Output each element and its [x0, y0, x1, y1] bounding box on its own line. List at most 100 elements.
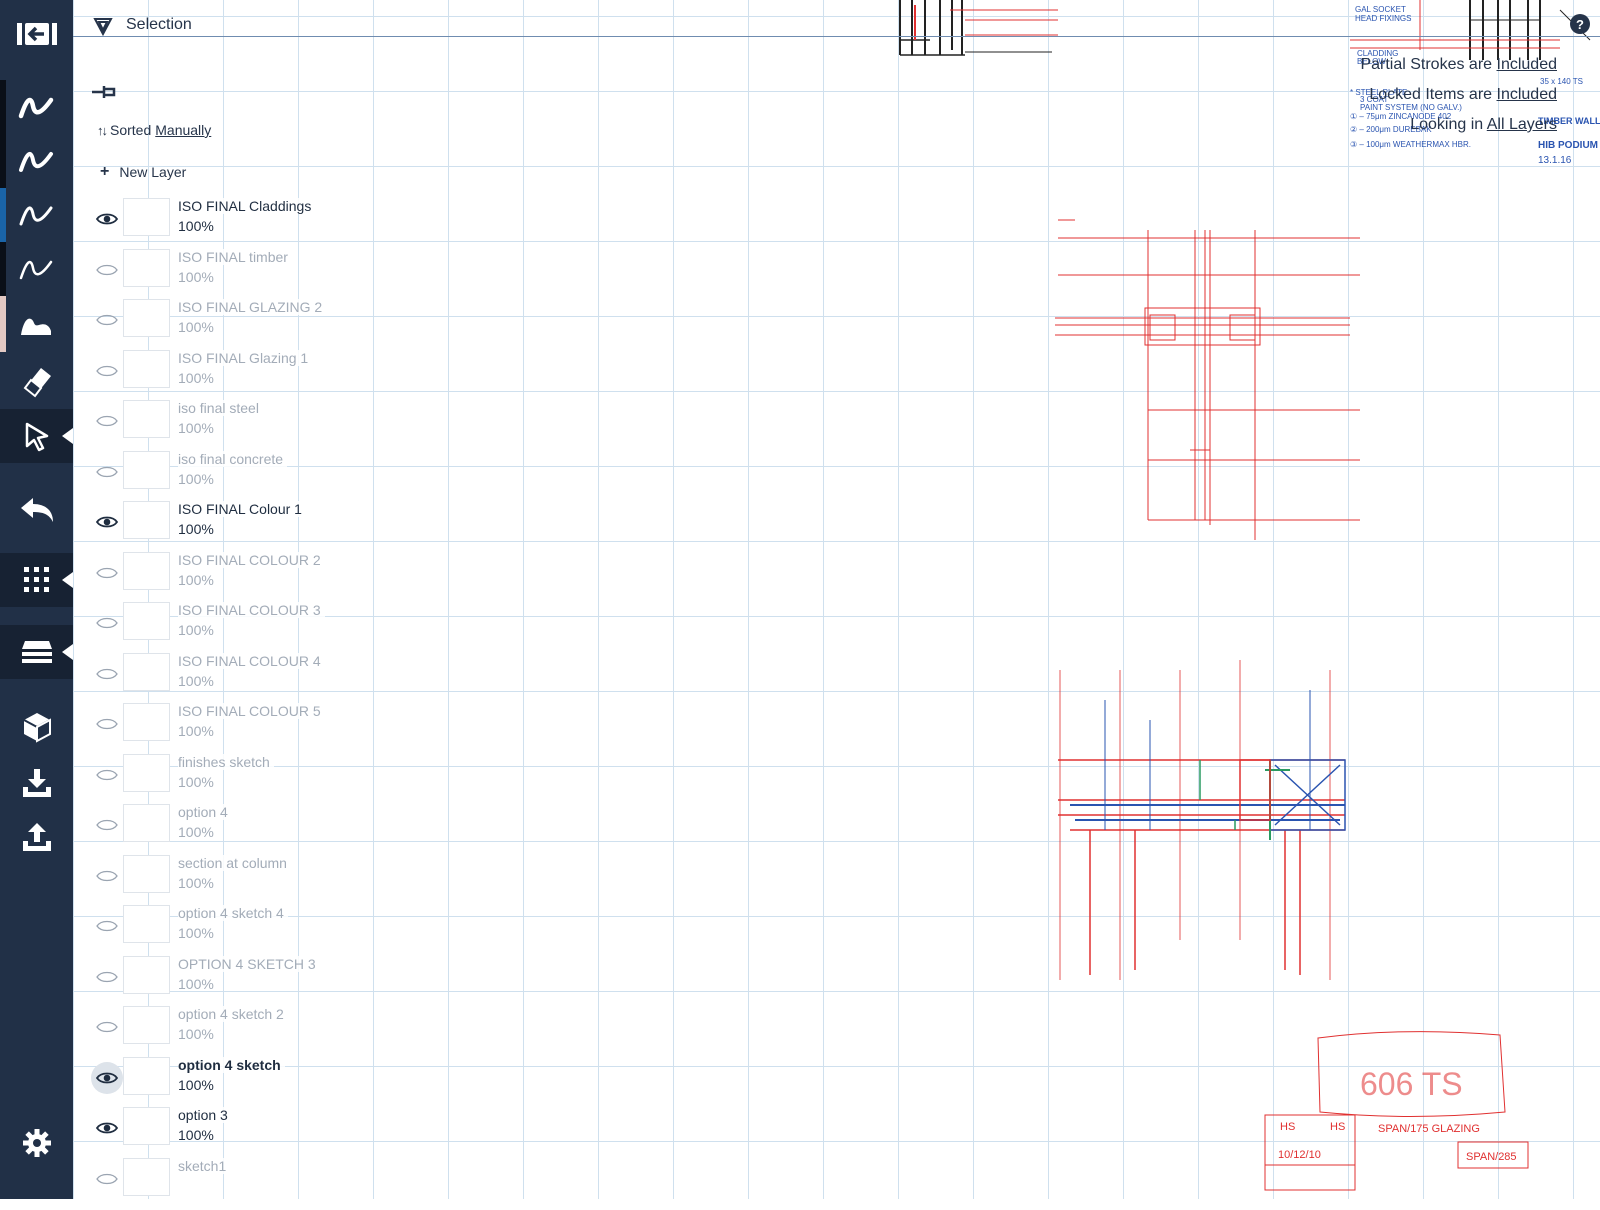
eye-hidden-icon[interactable]	[91, 607, 123, 639]
layer-row[interactable]: ISO FINAL Glazing 1 100%	[88, 349, 338, 402]
layer-row[interactable]: section at column 100%	[88, 854, 338, 907]
eye-hidden-icon[interactable]	[91, 304, 123, 336]
partial-strokes-value[interactable]: Included	[1497, 56, 1558, 73]
layer-row[interactable]: option 4 sketch 4 100%	[88, 905, 338, 957]
layer-opacity[interactable]: 100%	[178, 319, 214, 335]
settings-button[interactable]	[0, 1116, 73, 1170]
eye-hidden-icon[interactable]	[91, 405, 123, 437]
layer-name[interactable]: ISO FINAL Glazing 1	[178, 349, 313, 366]
pen-tool-1[interactable]	[0, 80, 73, 134]
layer-name[interactable]: option 3	[178, 1107, 232, 1123]
layer-name[interactable]: iso final concrete	[178, 450, 288, 467]
layer-name[interactable]: option 4 sketch	[178, 1056, 285, 1073]
layer-row[interactable]: ISO FINAL GLAZING 2 100%	[88, 299, 338, 351]
locked-items-value[interactable]: Included	[1497, 86, 1558, 103]
eraser-tool[interactable]	[0, 352, 73, 408]
eye-hidden-icon[interactable]	[91, 910, 123, 942]
layer-opacity[interactable]: 100%	[178, 218, 214, 234]
layer-row[interactable]: option 3 100%	[88, 1107, 338, 1159]
layer-name[interactable]: ISO FINAL Claddings	[178, 198, 316, 214]
layer-opacity[interactable]: 100%	[178, 673, 214, 689]
layer-name[interactable]: ISO FINAL COLOUR 3	[178, 602, 325, 618]
layer-name[interactable]: ISO FINAL Colour 1	[178, 501, 306, 517]
layer-row[interactable]: ISO FINAL timber 100%	[88, 248, 338, 301]
layer-opacity[interactable]: 100%	[178, 370, 214, 386]
layer-opacity[interactable]: 100%	[178, 471, 214, 487]
eye-hidden-icon[interactable]	[91, 860, 123, 892]
layer-row[interactable]: option 4 100%	[88, 804, 338, 856]
layer-opacity[interactable]: 100%	[178, 572, 214, 588]
layer-opacity[interactable]: 100%	[178, 976, 214, 992]
layer-row[interactable]: ISO FINAL COLOUR 5 100%	[88, 703, 338, 755]
sort-value[interactable]: Manually	[155, 122, 211, 138]
eye-hidden-icon[interactable]	[91, 355, 123, 387]
layer-row[interactable]: iso final steel 100%	[88, 400, 338, 452]
layer-opacity[interactable]: 100%	[178, 925, 214, 941]
layer-name[interactable]: finishes sketch	[178, 753, 274, 770]
grid-button[interactable]	[0, 553, 73, 607]
layer-row[interactable]: ISO FINAL Colour 1 100%	[88, 501, 338, 553]
layer-row[interactable]: ISO FINAL Claddings 100%	[88, 198, 338, 250]
eye-hidden-icon[interactable]	[91, 708, 123, 740]
layer-name[interactable]: ISO FINAL GLAZING 2	[178, 299, 327, 315]
eye-hidden-icon[interactable]	[91, 1011, 123, 1043]
layer-opacity[interactable]: 100%	[178, 723, 214, 739]
back-to-gallery-button[interactable]	[0, 8, 73, 60]
eye-icon[interactable]	[91, 1061, 123, 1094]
eye-hidden-icon[interactable]	[91, 1163, 123, 1195]
pen-tool-4[interactable]	[0, 242, 73, 296]
eye-hidden-icon[interactable]	[91, 658, 123, 690]
layer-name[interactable]: sketch1	[178, 1157, 231, 1174]
layer-name[interactable]: ISO FINAL COLOUR 2	[178, 551, 325, 568]
layers-button[interactable]	[0, 625, 73, 679]
layer-row[interactable]: option 4 sketch 100%	[88, 1056, 338, 1109]
layer-name[interactable]: ISO FINAL timber	[178, 248, 292, 265]
layer-opacity[interactable]: 100%	[178, 420, 214, 436]
layer-name[interactable]: OPTION 4 SKETCH 3	[178, 955, 320, 972]
partial-strokes-setting[interactable]: Partial Strokes are Included	[1360, 56, 1557, 74]
3d-object-button[interactable]	[0, 700, 73, 754]
layer-name[interactable]: section at column	[178, 854, 291, 871]
selection-tool[interactable]	[0, 409, 73, 463]
search-scope-setting[interactable]: Looking in All Layers	[1410, 116, 1557, 134]
layer-opacity[interactable]: 100%	[178, 1077, 214, 1093]
pin-icon[interactable]	[90, 82, 118, 107]
eye-hidden-icon[interactable]	[91, 254, 123, 286]
import-button[interactable]	[0, 756, 73, 810]
pen-tool-3[interactable]	[0, 188, 73, 242]
layer-row[interactable]: option 4 sketch 2 100%	[88, 1006, 338, 1058]
search-scope-value[interactable]: All Layers	[1487, 116, 1557, 133]
pen-tool-2[interactable]	[0, 134, 73, 188]
layer-name[interactable]: option 4 sketch 2	[178, 1006, 288, 1022]
eye-hidden-icon[interactable]	[91, 809, 123, 841]
layer-opacity[interactable]: 100%	[178, 1127, 214, 1143]
layer-row[interactable]: sketch1	[88, 1157, 338, 1210]
layer-name[interactable]: ISO FINAL COLOUR 5	[178, 703, 325, 719]
layer-opacity[interactable]: 100%	[178, 1026, 214, 1042]
help-button[interactable]: ?	[1570, 14, 1590, 34]
eye-hidden-icon[interactable]	[91, 961, 123, 993]
eye-icon[interactable]	[91, 506, 123, 538]
sort-control[interactable]: ↑↓ Sorted Manually	[97, 122, 211, 138]
eye-icon[interactable]	[91, 1112, 123, 1144]
undo-button[interactable]	[0, 482, 73, 536]
brush-tool[interactable]	[0, 296, 73, 352]
layer-name[interactable]: iso final steel	[178, 400, 263, 416]
locked-items-setting[interactable]: Locked Items are Included	[1369, 86, 1557, 104]
layer-row[interactable]: ISO FINAL COLOUR 2 100%	[88, 551, 338, 604]
layer-row[interactable]: ISO FINAL COLOUR 4 100%	[88, 652, 338, 705]
export-button[interactable]	[0, 810, 73, 864]
layer-row[interactable]: iso final concrete 100%	[88, 450, 338, 503]
layer-name[interactable]: ISO FINAL COLOUR 4	[178, 652, 325, 669]
layer-opacity[interactable]: 100%	[178, 269, 214, 285]
layer-name[interactable]: option 4	[178, 804, 232, 820]
layer-opacity[interactable]: 100%	[178, 774, 214, 790]
eye-hidden-icon[interactable]	[91, 456, 123, 488]
layer-opacity[interactable]: 100%	[178, 521, 214, 537]
layer-row[interactable]: ISO FINAL COLOUR 3 100%	[88, 602, 338, 654]
layer-row[interactable]: finishes sketch 100%	[88, 753, 338, 806]
layer-opacity[interactable]: 100%	[178, 622, 214, 638]
eye-hidden-icon[interactable]	[91, 759, 123, 791]
eye-hidden-icon[interactable]	[91, 557, 123, 589]
new-layer-button[interactable]: + New Layer	[100, 163, 186, 181]
